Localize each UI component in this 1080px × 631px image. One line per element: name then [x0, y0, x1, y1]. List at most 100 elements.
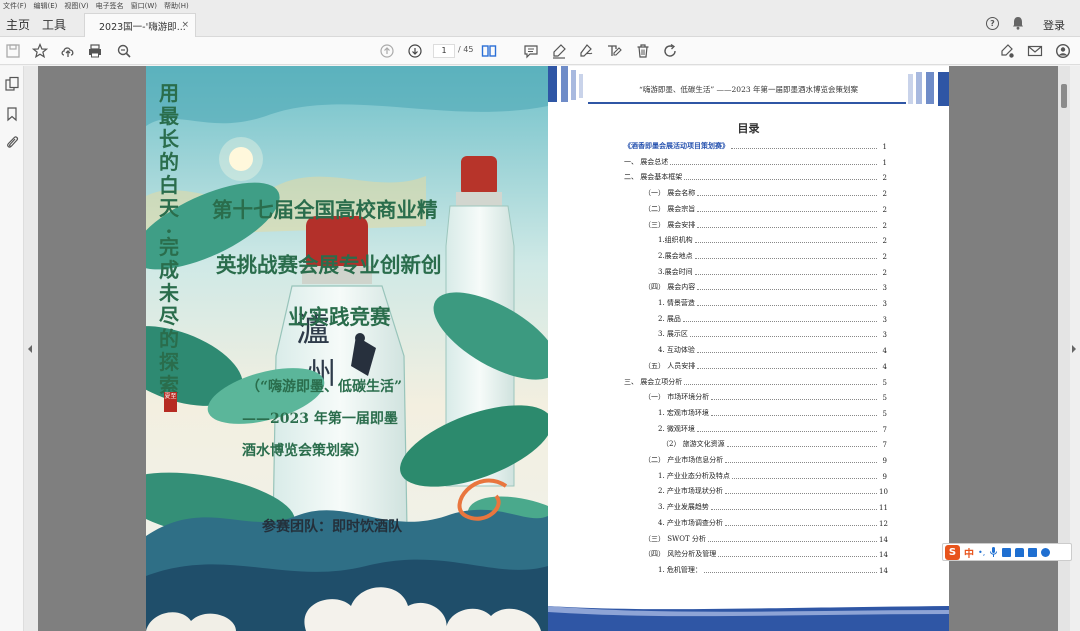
toc-leader-dots	[697, 367, 877, 369]
toc-entry-text: 二、 展会基本框架	[624, 173, 683, 182]
menu-edit[interactable]: 编辑(E)	[34, 1, 58, 11]
toc-entry[interactable]: （四） 展会内容 3	[644, 280, 887, 292]
help-icon[interactable]: ?	[986, 17, 999, 30]
toc-page-number: 5	[882, 394, 887, 403]
toc-entry[interactable]: （三） 展会安排 2	[644, 218, 887, 230]
toc-leader-dots	[694, 242, 877, 244]
toc-entry[interactable]: 1.组织机构 2	[658, 233, 887, 245]
toc-entry-text: （一） 展会名称	[644, 189, 696, 198]
page-number-input[interactable]: 1	[433, 44, 455, 58]
tab-home[interactable]: 主页	[6, 16, 30, 33]
ime-language-toggle[interactable]: 中	[964, 545, 974, 560]
star-icon[interactable]	[31, 42, 49, 60]
sign-icon[interactable]	[577, 42, 595, 60]
fill-sign-icon[interactable]	[998, 42, 1016, 60]
settings-gear-icon[interactable]	[1041, 547, 1051, 557]
bookmark-icon[interactable]	[4, 106, 20, 122]
toc-entry[interactable]: （2） 旅游文化资源 7	[662, 437, 887, 449]
toc-entry[interactable]: 4. 产业市场调查分析 12	[658, 516, 888, 528]
toc-entry-text: （三） SWOT 分析	[644, 534, 706, 543]
tab-tools[interactable]: 工具	[42, 16, 66, 33]
page-up-icon[interactable]	[378, 42, 396, 60]
toc-entry[interactable]: （一） 展会名称 2	[644, 186, 887, 198]
print-icon[interactable]	[86, 42, 104, 60]
toc-entry[interactable]: 一、 展会总述 1	[624, 155, 887, 167]
delete-icon[interactable]	[634, 42, 652, 60]
toc-leader-dots	[725, 462, 877, 463]
keyboard-icon[interactable]	[1002, 547, 1012, 557]
account-share-icon[interactable]	[1054, 42, 1072, 60]
toc-page-number: 2	[882, 252, 887, 261]
ime-logo-icon[interactable]: S	[945, 544, 960, 560]
comment-icon[interactable]	[522, 42, 540, 60]
cover-team-name: 参赛团队：即时饮酒队	[262, 519, 402, 535]
edit-text-icon[interactable]	[605, 42, 623, 60]
toc-entry[interactable]: （二） 产业市场信息分析 9	[644, 453, 887, 465]
toc-entry[interactable]: （五） 人员安排 4	[644, 359, 887, 371]
tab-document-label: 2023国一-'嗨游即...	[99, 21, 186, 33]
close-icon[interactable]: ×	[181, 20, 189, 30]
toc-entry[interactable]: 4. 互动体验 4	[658, 343, 887, 355]
expand-right-panel-icon[interactable]	[1072, 345, 1076, 353]
page-down-icon[interactable]	[406, 42, 424, 60]
toc-leader-dots	[696, 305, 877, 306]
toc-page-number: 1	[882, 143, 887, 151]
toc-entry[interactable]: 1. 危机管理： 14	[658, 563, 888, 575]
toc-entry[interactable]: 2. 产业市场现状分析 10	[658, 484, 888, 496]
cover-subtitle-line-1: （“嗨游即墨、低碳生活”	[246, 379, 403, 395]
menu-esign[interactable]: 电子签名	[96, 1, 124, 11]
page-total: / 45	[458, 45, 474, 54]
toc-page-number: 3	[882, 315, 887, 324]
toc-entry[interactable]: （一） 市场环境分析 5	[644, 390, 887, 402]
menu-help[interactable]: 帮助(H)	[164, 1, 189, 11]
tab-document[interactable]: 2023国一-'嗨游即... ×	[84, 13, 196, 37]
mail-icon[interactable]	[1026, 42, 1044, 60]
skin-icon[interactable]	[1015, 547, 1025, 557]
toc-page-number: 14	[879, 535, 888, 544]
rotate-icon[interactable]	[661, 42, 679, 60]
bell-icon[interactable]	[1012, 16, 1024, 30]
toc-entry[interactable]: 3. 展示区 3	[658, 327, 887, 339]
toc-entry[interactable]: 2. 微观环境 7	[658, 422, 887, 434]
attachment-icon[interactable]	[4, 134, 20, 150]
toolbox-icon[interactable]	[1028, 547, 1038, 557]
toc-entry[interactable]: 1. 情景营造 3	[658, 296, 887, 308]
toc-leader-dots	[707, 540, 877, 542]
ime-punctuation-toggle[interactable]: •,	[978, 548, 985, 557]
menu-file[interactable]: 文件(F)	[3, 1, 27, 11]
zoom-icon[interactable]	[115, 42, 133, 60]
highlight-pen-icon[interactable]	[550, 42, 568, 60]
toc-entry[interactable]: （三） SWOT 分析 14	[644, 532, 888, 544]
login-button[interactable]: 登录	[1043, 17, 1065, 33]
toc-entry-text: 《酒香即墨会展活动项目策划赛》	[624, 141, 729, 150]
save-icon[interactable]	[4, 42, 22, 60]
toc-entry[interactable]: 1. 产业业态分析及特点 9	[658, 469, 887, 481]
toc-leader-dots	[694, 257, 877, 259]
toc-entry[interactable]: 2. 展品 3	[658, 312, 887, 324]
toc-leader-dots	[703, 571, 877, 573]
microphone-icon[interactable]	[989, 547, 998, 557]
page-thumbnails-icon[interactable]	[4, 76, 20, 92]
menu-window[interactable]: 窗口(W)	[131, 1, 157, 11]
toc-entry[interactable]: 3.展会时间 2	[658, 265, 887, 277]
two-page-view-icon[interactable]	[480, 42, 498, 60]
toc-entry-text: 1. 危机管理：	[658, 565, 702, 574]
toc-entry[interactable]: 《酒香即墨会展活动项目策划赛》 1	[624, 139, 887, 151]
upload-cloud-icon[interactable]	[59, 42, 77, 60]
toc-leader-dots	[710, 509, 877, 511]
toc-entry[interactable]: 三、 展会立项分析 5	[624, 375, 887, 387]
toc-entry[interactable]: 3. 产业发展趋势 11	[658, 500, 888, 512]
running-header: “嗨游即墨、低碳生活” ——2023 年第一届即墨酒水博览会策划案	[638, 85, 859, 94]
toc-leader-dots	[670, 163, 877, 165]
scrollbar-thumb[interactable]	[1061, 84, 1067, 108]
toc-entry[interactable]: 1. 宏观市场环境 5	[658, 406, 887, 418]
slogan-char: 长	[159, 127, 179, 151]
toc-entry[interactable]: 二、 展会基本框架 2	[624, 170, 887, 182]
toc-entry[interactable]: （二） 展会宗旨 2	[644, 202, 887, 214]
menu-view[interactable]: 视图(V)	[64, 1, 88, 11]
toc-entry[interactable]: 2.展会地点 2	[658, 249, 887, 261]
toc-entry-text: 1.组织机构	[658, 236, 693, 245]
collapse-left-panel-icon[interactable]	[28, 345, 32, 353]
toc-leader-dots	[724, 524, 877, 526]
toc-entry[interactable]: （四） 风险分析及管理 14	[644, 547, 888, 559]
